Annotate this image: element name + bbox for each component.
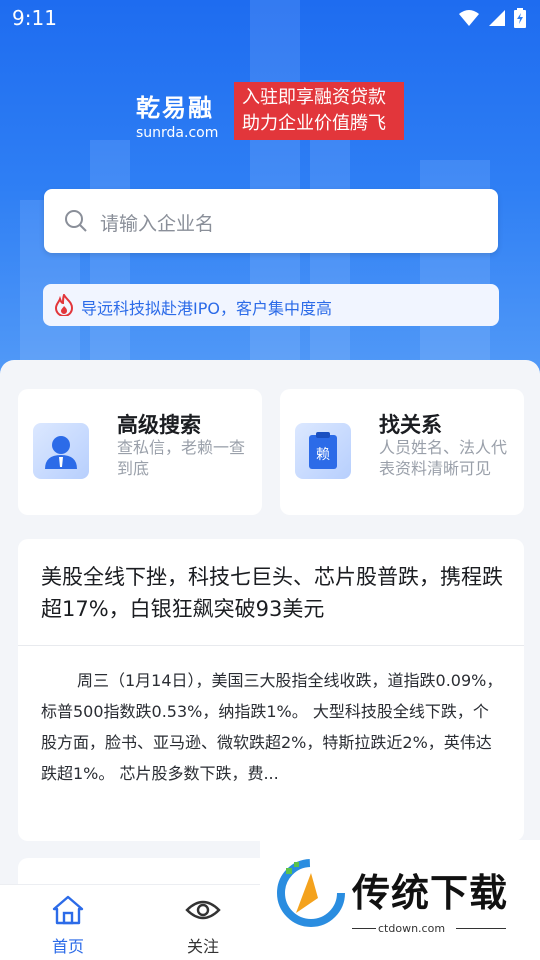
wifi-icon [459,10,479,26]
home-icon [52,895,84,925]
watermark: 传统下载 ctdown.com [260,840,540,960]
tab-label: 首页 [51,937,84,956]
feature-card-find-relations[interactable]: 赖 找关系 人员姓名、法人代表资料清晰可见 [280,389,524,515]
brand-name: 乾易融 [136,94,214,122]
tab-home[interactable]: 首页 [28,895,108,957]
brand-domain: sunrda.com [136,125,219,141]
article-body: 周三（1月14日），美国三大股指全线收跌，道指跌0.09%，标普500指数跌0.… [41,671,503,783]
feature-title: 高级搜索 [117,413,201,437]
clipboard-icon: 赖 [295,423,351,479]
tab-follow[interactable]: 关注 [163,895,243,957]
feature-title: 找关系 [379,413,442,437]
brand-slogan: 入驻即享融资贷款 助力企业价值腾飞 [234,82,404,140]
feature-card-advanced-search[interactable]: 高级搜索 查私信，老赖一查到底 [18,389,262,515]
slogan-line: 助力企业价值腾飞 [242,113,386,134]
search-placeholder: 请输入企业名 [100,213,215,235]
search-icon [65,210,87,232]
watermark-logo [277,859,345,927]
watermark-url: ctdown.com [378,922,446,935]
eye-icon [185,900,221,920]
news-ticker-text: 导远科技拟赴港IPO，客户集中度高 [81,299,332,318]
person-icon [33,423,89,479]
feature-desc: 人员姓名、法人代表资料清晰可见 [379,438,508,478]
divider [18,645,524,646]
clipboard-badge: 赖 [316,447,330,463]
news-ticker[interactable]: 导远科技拟赴港IPO，客户集中度高 [43,284,499,326]
search-input[interactable]: 请输入企业名 [44,189,498,253]
signal-icon [489,10,505,26]
battery-icon [514,8,526,28]
slogan-line: 入驻即享融资贷款 [242,87,386,108]
status-icons [458,8,526,28]
watermark-text: 传统下载 [352,871,509,915]
feature-desc: 查私信，老赖一查到底 [117,438,246,478]
article-card[interactable]: 美股全线下挫，科技七巨头、芯片股普跌，携程跌超17%，白银狂飙突破93美元 周三… [18,539,524,841]
article-title: 美股全线下挫，科技七巨头、芯片股普跌，携程跌超17%，白银狂飙突破93美元 [41,565,503,621]
divider [352,928,376,929]
hero-banner: 9:11 乾易融 sunrda.com 入驻即享融资贷款 助力企业价值腾飞 请输… [0,0,540,420]
fire-icon [54,294,74,316]
status-bar: 9:11 [0,0,540,36]
divider [456,928,506,929]
status-time: 9:11 [12,6,57,30]
brand-logo: 乾易融 sunrda.com [136,88,218,141]
building-decoration [90,140,130,380]
tab-label: 关注 [186,937,219,956]
